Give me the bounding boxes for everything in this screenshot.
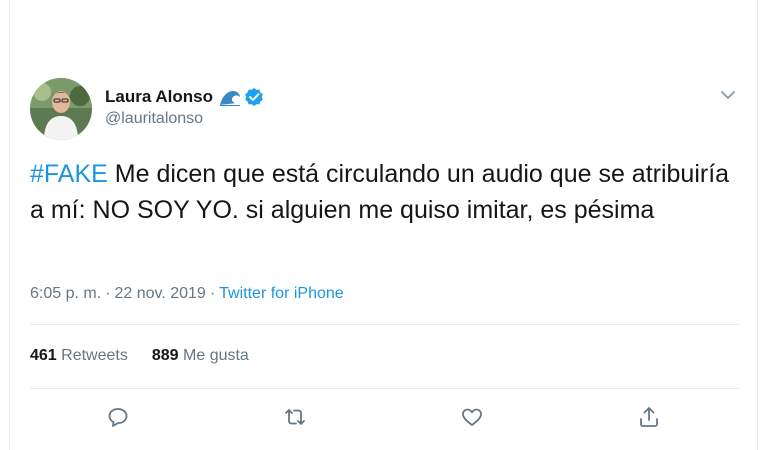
retweets-label: Retweets bbox=[61, 347, 128, 364]
avatar-image bbox=[30, 78, 92, 140]
reply-icon[interactable] bbox=[103, 402, 133, 432]
page: Laura Alonso @lauritalonso #FAKE Me dice… bbox=[0, 0, 761, 450]
divider bbox=[30, 324, 740, 325]
likes-label: Me gusta bbox=[183, 347, 249, 364]
share-icon[interactable] bbox=[634, 402, 664, 432]
wave-emoji-icon bbox=[219, 87, 241, 107]
tweet-card: Laura Alonso @lauritalonso #FAKE Me dice… bbox=[9, 0, 758, 450]
like-icon[interactable] bbox=[457, 402, 487, 432]
chevron-down-icon[interactable] bbox=[717, 84, 739, 106]
retweets-stat[interactable]: 461 Retweets bbox=[30, 347, 128, 365]
tweet-time[interactable]: 6:05 p. m. bbox=[30, 285, 101, 302]
tweet-text: #FAKE Me dicen que está circulando un au… bbox=[30, 156, 730, 228]
retweet-icon[interactable] bbox=[280, 402, 310, 432]
tweet-meta: 6:05 p. m. · 22 nov. 2019 · Twitter for iPho… bbox=[30, 285, 344, 303]
tweet-date[interactable]: 22 nov. 2019 bbox=[114, 285, 205, 302]
tweet-stats: 461 Retweets 889 Me gusta bbox=[30, 347, 249, 365]
author-name[interactable]: Laura Alonso bbox=[105, 87, 213, 107]
verified-badge-icon bbox=[244, 87, 264, 107]
avatar[interactable] bbox=[30, 78, 92, 140]
likes-stat[interactable]: 889 Me gusta bbox=[152, 347, 249, 365]
meta-separator: · bbox=[105, 285, 111, 302]
tweet-source-link[interactable]: Twitter for iPhone bbox=[219, 285, 344, 302]
meta-separator-2: · bbox=[209, 285, 216, 302]
action-bar bbox=[10, 402, 759, 436]
likes-count: 889 bbox=[151, 347, 179, 364]
author-name-row: Laura Alonso bbox=[105, 86, 264, 108]
divider-2 bbox=[30, 388, 740, 389]
tweet-body: Me dicen que está circulando un audio qu… bbox=[30, 160, 730, 224]
author-handle[interactable]: @lauritalonso bbox=[105, 110, 203, 128]
hashtag-link[interactable]: #FAKE bbox=[30, 160, 108, 188]
retweets-count: 461 bbox=[30, 347, 57, 364]
